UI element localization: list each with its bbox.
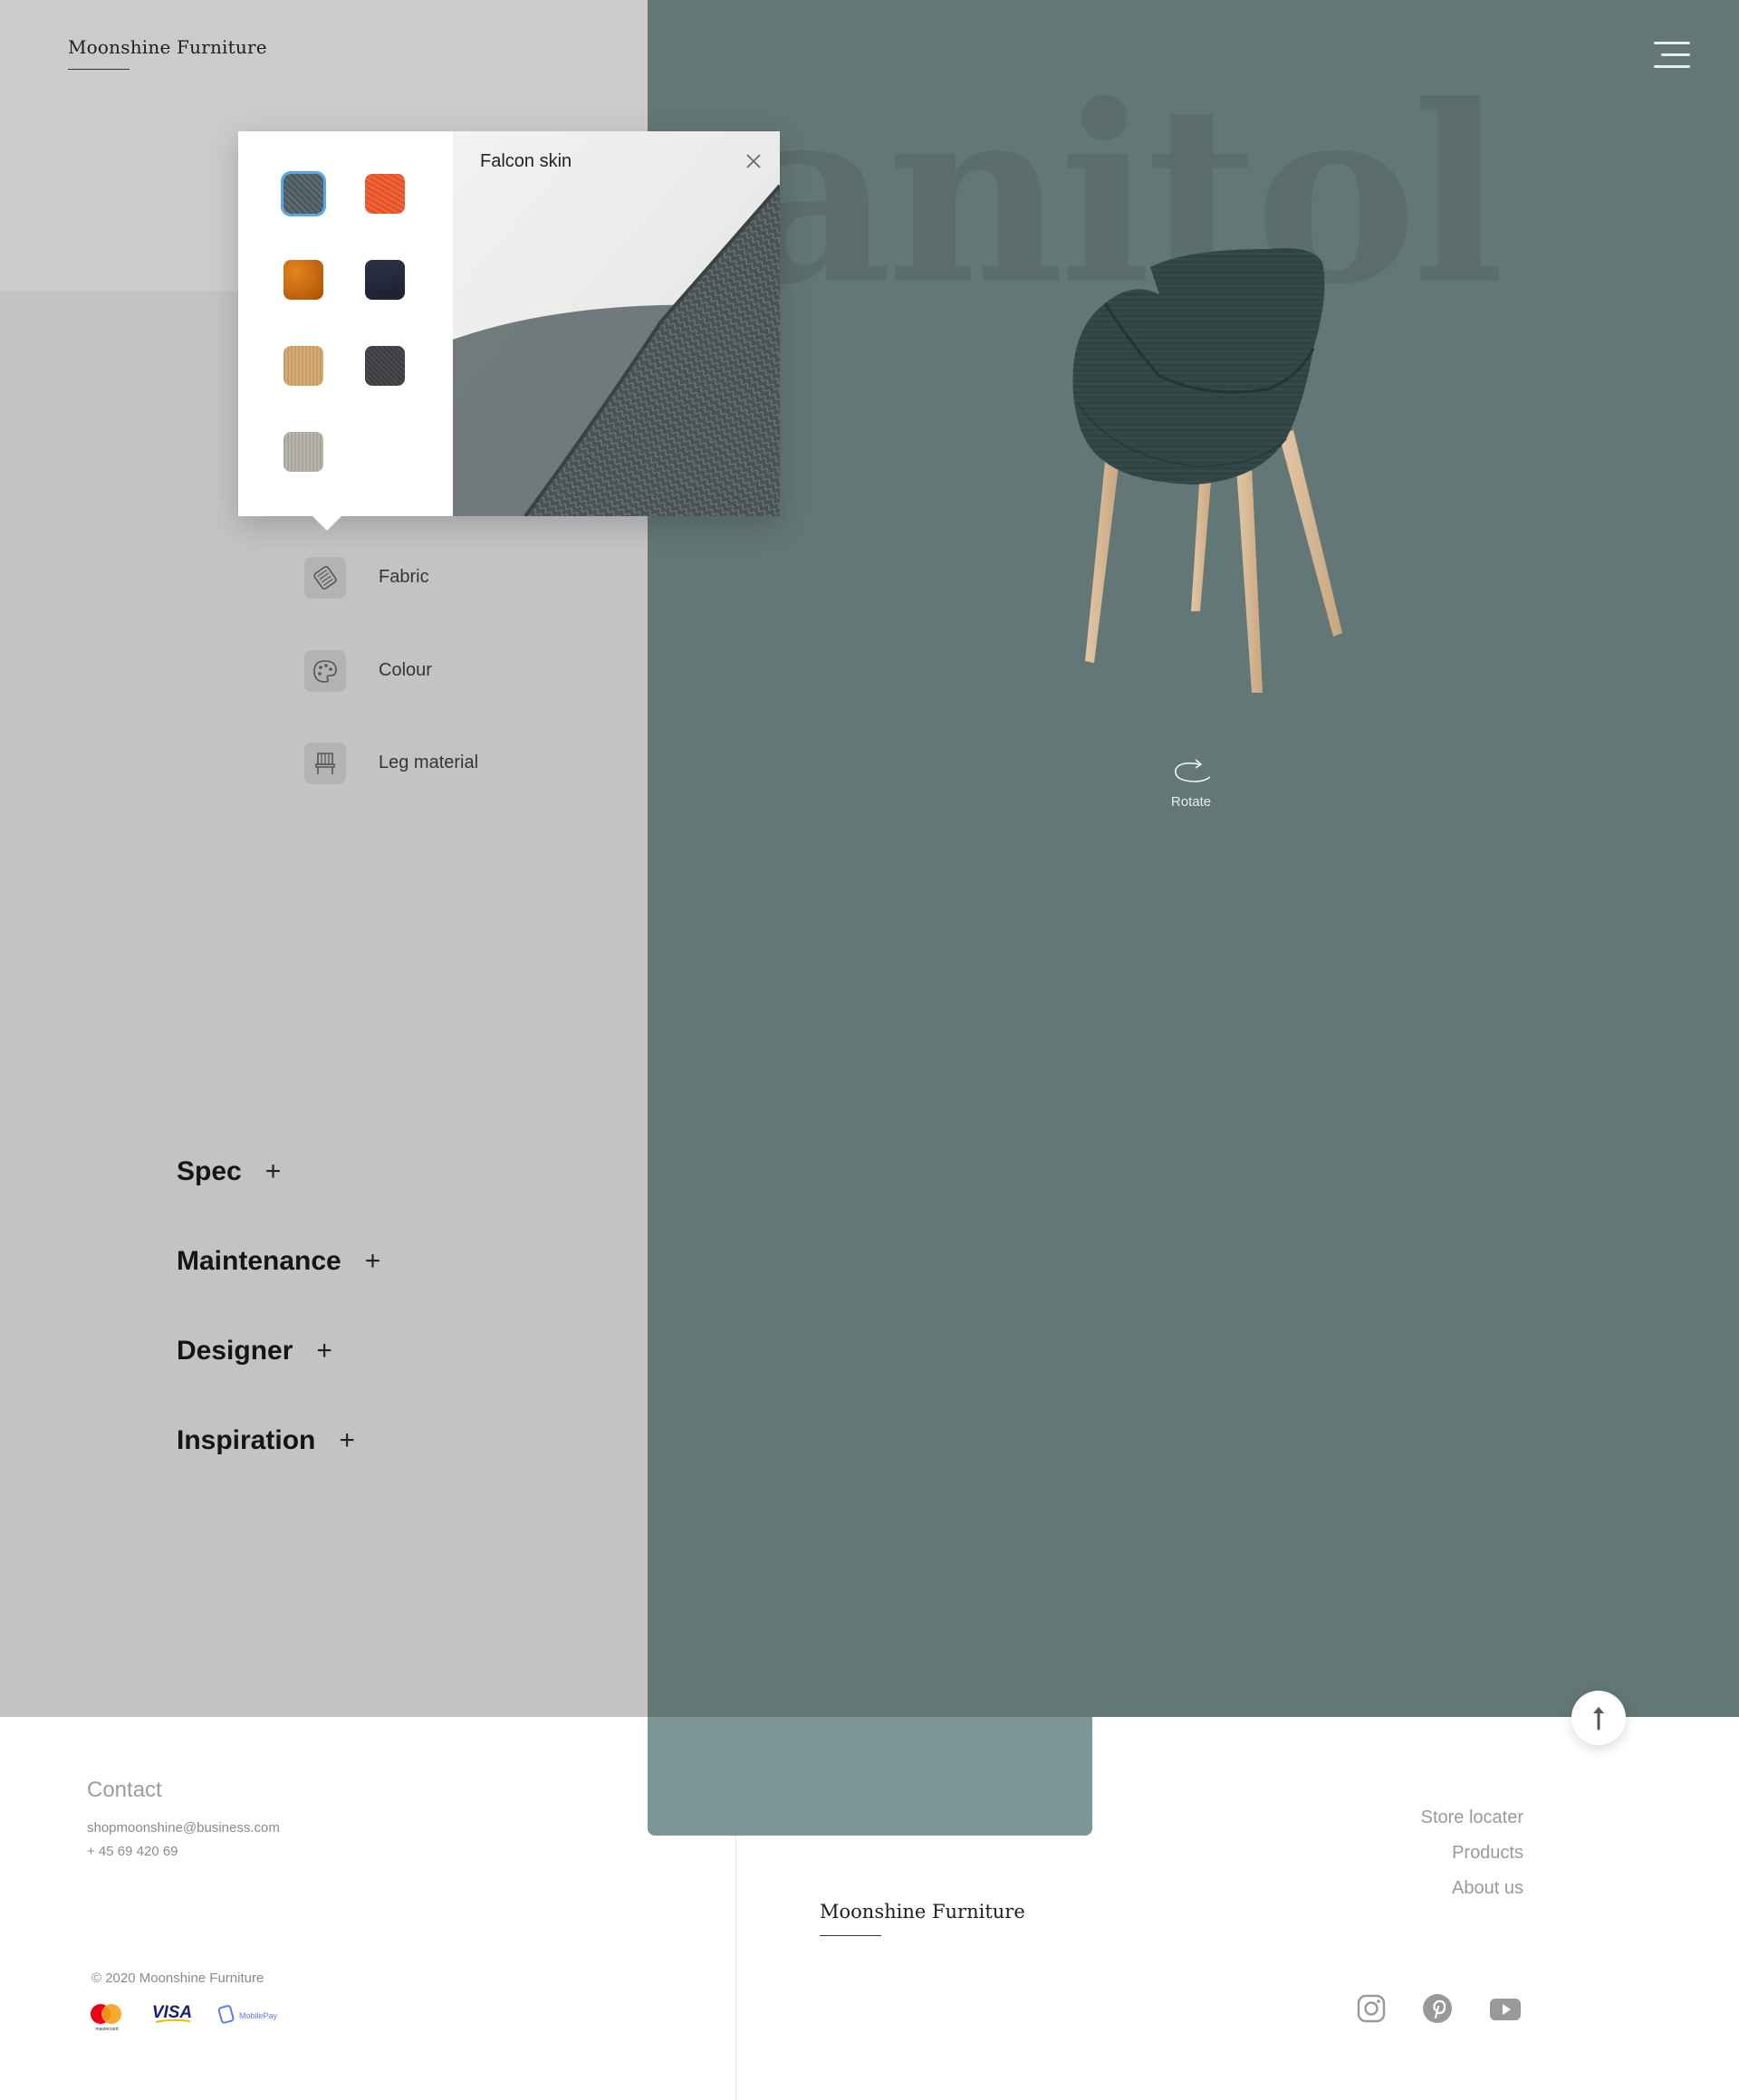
chair-image[interactable] [1042, 240, 1368, 711]
footer-divider [735, 1836, 736, 2100]
accordion-maintenance[interactable]: Maintenance + [177, 1246, 380, 1286]
swatch-tan[interactable] [283, 346, 323, 386]
swatch-grey-blue-weave[interactable] [281, 171, 326, 216]
accordion-maintenance-label: Maintenance [177, 1246, 341, 1276]
accordion-designer[interactable]: Designer + [177, 1336, 332, 1376]
footer-link-about-us[interactable]: About us [1452, 1878, 1523, 1899]
accordion-spec-label: Spec [177, 1156, 242, 1186]
swatch-grid [238, 131, 453, 516]
fabric-detail-image: Falcon skin [453, 131, 780, 516]
mastercard-logo: mastercard [91, 2004, 121, 2032]
accordion-designer-label: Designer [177, 1336, 293, 1366]
option-fabric[interactable]: Fabric [304, 557, 576, 599]
option-leg-material-label: Leg material [379, 753, 479, 772]
rotate-button[interactable]: Rotate [1150, 759, 1232, 813]
contact-title: Contact [87, 1778, 162, 1802]
option-colour-label: Colour [379, 660, 432, 680]
option-fabric-label: Fabric [379, 567, 429, 587]
instagram-icon[interactable] [1355, 1992, 1388, 2025]
hamburger-menu-icon[interactable] [1648, 40, 1690, 71]
swatch-beige-grey[interactable] [283, 432, 323, 472]
mobilepay-logo: MobilePay [217, 2005, 278, 2024]
accordion-inspiration[interactable]: Inspiration + [177, 1425, 355, 1465]
arrow-up-icon [1593, 1707, 1604, 1731]
fabric-popup: Falcon skin [238, 131, 780, 531]
fabric-name: Falcon skin [480, 151, 572, 171]
footer-tab [648, 1717, 1092, 1836]
footer-link-store-locater[interactable]: Store locater [1421, 1808, 1523, 1828]
palette-icon [304, 650, 346, 692]
swatch-burnt-orange[interactable] [283, 260, 323, 300]
scroll-to-top-button[interactable] [1571, 1691, 1626, 1745]
contact-phone[interactable]: + 45 69 420 69 [87, 1844, 178, 1859]
plus-icon: + [264, 1156, 282, 1186]
footer-brand[interactable]: Moonshine Furniture [820, 1901, 1025, 1923]
close-icon[interactable] [744, 151, 764, 171]
footer-link-products[interactable]: Products [1452, 1843, 1523, 1864]
contact-email[interactable]: shopmoonshine@business.com [87, 1820, 280, 1836]
option-colour[interactable]: Colour [304, 650, 576, 692]
pinterest-icon[interactable] [1421, 1992, 1454, 2025]
rotate-label: Rotate [1170, 794, 1212, 810]
brand-underline [68, 69, 130, 70]
visa-logo: VISA [152, 2003, 192, 2023]
rotate-icon [1175, 759, 1211, 782]
svg-text:MobilePay: MobilePay [239, 2011, 278, 2020]
swatch-orange-red[interactable] [365, 174, 405, 214]
accordion-inspiration-label: Inspiration [177, 1425, 316, 1455]
swatch-charcoal[interactable] [365, 346, 405, 386]
fabric-closeup-image [453, 131, 780, 516]
payment-methods: mastercard VISA MobilePay [87, 2001, 304, 2032]
svg-text:mastercard: mastercard [95, 2027, 118, 2032]
brand-logo[interactable]: Moonshine Furniture [68, 36, 267, 58]
copyright: © 2020 Moonshine Furniture [91, 1971, 264, 1986]
footer-brand-underline [820, 1935, 881, 1936]
option-leg-material[interactable]: Leg material [304, 743, 576, 784]
swatch-navy[interactable] [365, 260, 405, 300]
youtube-icon[interactable] [1489, 1992, 1522, 2025]
fabric-icon [304, 557, 346, 599]
accordion-spec[interactable]: Spec + [177, 1156, 281, 1196]
chair-icon [304, 743, 346, 784]
popup-pointer [312, 516, 341, 531]
plus-icon: + [339, 1425, 355, 1455]
plus-icon: + [364, 1246, 381, 1276]
plus-icon: + [316, 1336, 332, 1366]
